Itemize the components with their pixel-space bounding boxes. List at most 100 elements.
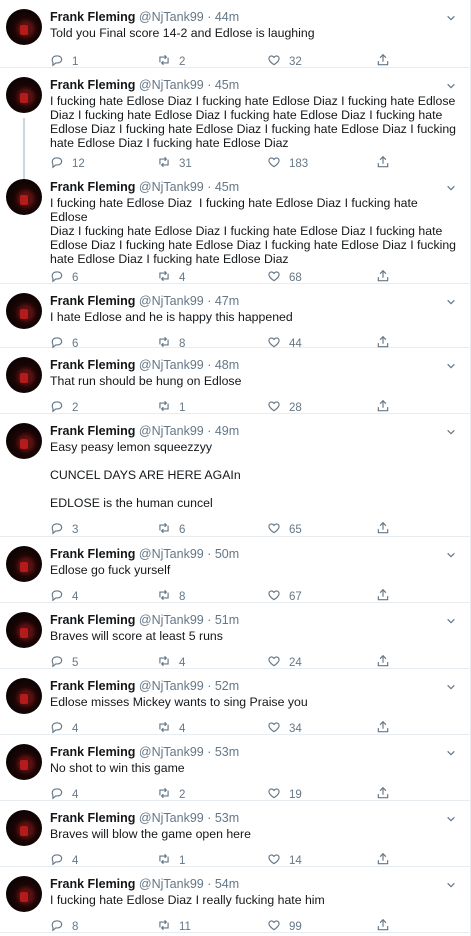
tweet[interactable]: Frank Fleming @NjTank99 · 52m Edlose miss… [0,669,470,735]
tweet[interactable]: Frank Fleming @NjTank99 · 53m No shot to … [0,735,470,801]
user-handle[interactable]: @NjTank99 [139,78,204,92]
tweet[interactable]: Frank Fleming @NjTank99 · 45m I fucking h… [0,170,470,284]
tweet-header: Frank Fleming @NjTank99 · 52m [50,679,240,693]
tweet-timestamp[interactable]: 47m [215,294,239,308]
like-count: 68 [289,271,302,284]
retweet-count: 6 [179,523,186,536]
avatar[interactable] [6,357,42,393]
reply-count: 4 [72,788,79,801]
tweet-header: Frank Fleming @NjTank99 · 48m [50,358,240,372]
tweet-text: I fucking hate Edlose Diaz I really fuck… [50,893,325,907]
reply-button[interactable]: 8 [50,918,78,935]
chevron-down-icon[interactable] [446,424,456,435]
tweet-timestamp[interactable]: 51m [215,613,239,627]
user-handle[interactable]: @NjTank99 [139,679,204,693]
retweet-count: 4 [179,722,186,735]
chevron-down-icon[interactable] [446,180,456,191]
tweet-text: Edlose go fuck yurself [50,563,171,577]
user-handle[interactable]: @NjTank99 [139,745,204,759]
like-count: 65 [289,523,302,536]
tweet-timestamp[interactable]: 49m [215,424,239,438]
avatar[interactable] [6,179,42,215]
tweet[interactable]: Frank Fleming @NjTank99 · 45m I fucking h… [0,68,470,184]
chevron-down-icon[interactable] [446,613,456,624]
share-button[interactable] [376,521,390,538]
chevron-down-icon[interactable] [446,10,456,21]
user-handle[interactable]: @NjTank99 [139,294,204,308]
tweet[interactable]: Frank Fleming @NjTank99 · 54m I fucking h… [0,867,470,933]
tweet-timestamp[interactable]: 53m [215,745,239,759]
user-handle[interactable]: @NjTank99 [139,613,204,627]
reply-button[interactable]: 3 [50,521,78,538]
tweet-text: Braves will blow the game open here [50,827,251,841]
avatar[interactable] [6,876,42,912]
tweet[interactable]: Frank Fleming @NjTank99 · 53m Braves will… [0,801,470,867]
display-name[interactable]: Frank Fleming [50,877,135,891]
tweet-timestamp[interactable]: 53m [215,811,239,825]
retweet-button[interactable]: 11 [157,918,191,935]
tweet-timestamp[interactable]: 54m [215,877,239,891]
avatar[interactable] [6,810,42,846]
avatar[interactable] [6,423,42,459]
avatar[interactable] [6,546,42,582]
tweet[interactable]: Frank Fleming @NjTank99 · 50m Edlose go f… [0,537,470,603]
chevron-down-icon[interactable] [446,745,456,756]
reply-count: 4 [72,590,79,603]
avatar[interactable] [6,744,42,780]
tweet-actions: 4 4 34 [50,720,400,736]
retweet-count: 8 [179,590,186,603]
tweet-timestamp[interactable]: 45m [215,180,239,194]
chevron-down-icon[interactable] [446,358,456,369]
display-name[interactable]: Frank Fleming [50,294,135,308]
user-handle[interactable]: @NjTank99 [139,180,204,194]
user-handle[interactable]: @NjTank99 [139,10,204,24]
tweet-timestamp[interactable]: 50m [215,547,239,561]
heart-icon [267,918,281,935]
tweet-timestamp[interactable]: 45m [215,78,239,92]
like-button[interactable]: 65 [267,521,302,538]
chevron-down-icon[interactable] [446,877,456,888]
avatar[interactable] [6,293,42,329]
chevron-down-icon[interactable] [446,78,456,89]
tweet[interactable]: Frank Fleming @NjTank99 · 49m Easy peasy … [0,414,470,537]
display-name[interactable]: Frank Fleming [50,613,135,627]
reply-count: 6 [72,271,79,284]
tweet[interactable]: Frank Fleming @NjTank99 · 44m Told you Fi… [0,0,470,68]
share-button[interactable] [376,918,390,935]
like-button[interactable]: 99 [267,918,302,935]
tweet[interactable]: Frank Fleming @NjTank99 · 51m Braves will… [0,603,470,669]
reply-count: 4 [72,854,79,867]
display-name[interactable]: Frank Fleming [50,745,135,759]
tweet-timestamp[interactable]: 44m [215,10,239,24]
like-count: 14 [289,854,302,867]
user-handle[interactable]: @NjTank99 [139,811,204,825]
avatar[interactable] [6,9,42,45]
avatar[interactable] [6,678,42,714]
avatar[interactable] [6,612,42,648]
user-handle[interactable]: @NjTank99 [139,877,204,891]
tweet-actions: 3 6 65 [50,521,400,537]
chevron-down-icon[interactable] [446,679,456,690]
user-handle[interactable]: @NjTank99 [139,547,204,561]
display-name[interactable]: Frank Fleming [50,811,135,825]
tweet[interactable]: Frank Fleming @NjTank99 · 47m I hate Edlo… [0,284,470,350]
retweet-button[interactable]: 6 [157,521,185,538]
display-name[interactable]: Frank Fleming [50,180,135,194]
tweet[interactable]: Frank Fleming @NjTank99 · 48m That run sh… [0,348,470,414]
display-name[interactable]: Frank Fleming [50,78,135,92]
user-handle[interactable]: @NjTank99 [139,358,204,372]
tweet-text: Easy peasy lemon squeezzyy CUNCEL DAYS A… [50,440,241,510]
tweet-header: Frank Fleming @NjTank99 · 45m [50,78,240,92]
chevron-down-icon[interactable] [446,811,456,822]
tweet-timestamp[interactable]: 48m [215,358,239,372]
avatar[interactable] [6,77,42,113]
chevron-down-icon[interactable] [446,547,456,558]
chevron-down-icon[interactable] [446,294,456,305]
display-name[interactable]: Frank Fleming [50,358,135,372]
display-name[interactable]: Frank Fleming [50,10,135,24]
display-name[interactable]: Frank Fleming [50,679,135,693]
user-handle[interactable]: @NjTank99 [139,424,204,438]
tweet-timestamp[interactable]: 52m [215,679,239,693]
display-name[interactable]: Frank Fleming [50,547,135,561]
display-name[interactable]: Frank Fleming [50,424,135,438]
